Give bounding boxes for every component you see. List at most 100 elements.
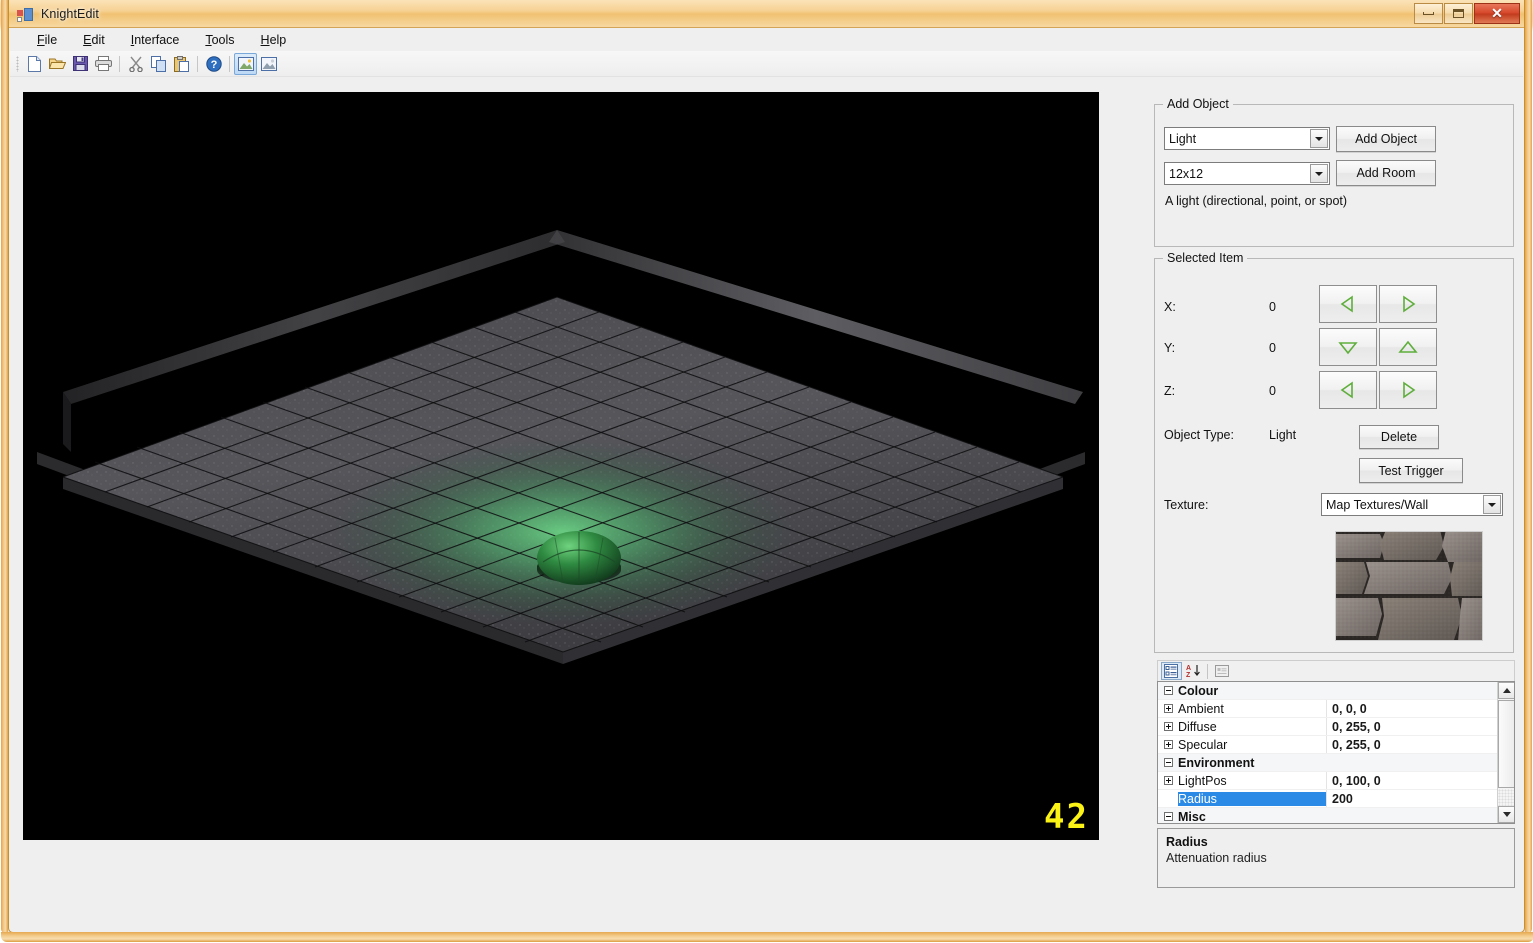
cut-button[interactable] [124,53,147,75]
categorized-view-button[interactable] [1161,662,1182,680]
property-row[interactable]: Ambient0, 0, 0 [1158,700,1498,718]
scroll-up-button[interactable] [1498,682,1515,699]
x-increase-button[interactable] [1379,285,1437,323]
object-type-value: Light [1269,428,1296,442]
property-name: LightPos [1178,774,1326,788]
property-grid-toolbar-separator [1207,664,1208,679]
property-value[interactable]: 0, 255, 0 [1326,720,1381,734]
new-file-button[interactable] [23,53,46,75]
menu-file[interactable]: File [24,31,70,49]
help-button[interactable]: ? [202,53,225,75]
property-name: Environment [1178,756,1326,770]
add-object-button[interactable]: Add Object [1336,126,1436,152]
alphabetical-sort-icon: A Z [1185,664,1201,678]
collapse-icon[interactable] [1164,758,1173,767]
paste-button[interactable] [170,53,193,75]
scrollbar-thumb[interactable] [1498,700,1515,788]
menu-tools[interactable]: Tools [192,31,247,49]
z-decrease-button[interactable] [1319,371,1377,409]
property-name: Ambient [1178,702,1326,716]
collapse-icon[interactable] [1164,686,1173,695]
collapse-icon[interactable] [1164,812,1173,821]
property-description-title: Radius [1166,835,1506,849]
z-increase-button[interactable] [1379,371,1437,409]
property-row[interactable]: Diffuse0, 255, 0 [1158,718,1498,736]
chevron-down-icon[interactable] [1310,129,1328,148]
property-category-row[interactable]: Colour [1158,682,1498,700]
maximize-button[interactable] [1444,3,1473,24]
property-row[interactable]: Radius200 [1158,790,1498,808]
cut-scissors-icon [129,56,143,72]
property-pages-button[interactable] [1212,662,1233,680]
expand-icon[interactable] [1164,740,1173,749]
add-object-description: A light (directional, point, or spot) [1165,194,1347,208]
close-icon: ✕ [1491,6,1503,20]
property-description-text: Attenuation radius [1166,851,1506,865]
image-icon-1 [238,57,254,71]
test-trigger-button[interactable]: Test Trigger [1359,458,1463,483]
3d-viewport[interactable]: 42 [23,92,1099,840]
selected-item-group-title: Selected Item [1163,251,1247,265]
print-button[interactable] [92,53,115,75]
alphabetical-sort-button[interactable]: A Z [1182,662,1203,680]
x-decrease-button[interactable] [1319,285,1377,323]
scrollbar-track[interactable] [1498,789,1515,806]
property-grid[interactable]: ColourAmbient0, 0, 0Diffuse0, 255, 0Spec… [1157,681,1515,824]
object-type-label: Object Type: [1164,428,1234,442]
y-value: 0 [1269,341,1276,355]
expand-icon[interactable] [1164,722,1173,731]
open-folder-button[interactable] [46,53,69,75]
desktop-background: KnightEdit ✕ File Edit Interface Tools H… [0,0,1533,943]
delete-button[interactable]: Delete [1359,425,1439,449]
property-category-row[interactable]: Misc [1158,808,1498,824]
scroll-down-button[interactable] [1498,806,1515,823]
property-value[interactable]: 200 [1326,792,1353,806]
print-icon [95,56,112,71]
maximize-icon [1453,9,1464,18]
property-value[interactable]: 0, 100, 0 [1326,774,1381,788]
property-name: Misc [1178,810,1326,824]
app-icon [17,6,33,22]
room-size-combo[interactable]: 12x12 [1164,162,1330,185]
image-view-1-button[interactable] [234,53,257,75]
property-name: Specular [1178,738,1326,752]
property-row[interactable]: Specular0, 255, 0 [1158,736,1498,754]
copy-icon [151,56,167,72]
minimize-icon [1423,12,1434,15]
add-room-button[interactable]: Add Room [1336,160,1436,186]
toolbar-separator-3 [229,56,230,72]
property-row[interactable]: LightPos0, 100, 0 [1158,772,1498,790]
y-decrease-button[interactable] [1319,328,1377,366]
copy-button[interactable] [147,53,170,75]
texture-label: Texture: [1164,498,1208,512]
window-title: KnightEdit [41,7,99,21]
object-type-combo[interactable]: Light [1164,127,1330,150]
expand-icon[interactable] [1164,776,1173,785]
property-value[interactable]: 0, 255, 0 [1326,738,1381,752]
chevron-down-icon[interactable] [1310,164,1328,183]
save-button[interactable] [69,53,92,75]
arrow-right-icon [1397,380,1419,400]
z-value: 0 [1269,384,1276,398]
arrow-up-icon [1397,337,1419,357]
toolbar-grip[interactable] [16,56,19,72]
image-view-2-button[interactable] [257,53,280,75]
menu-edit[interactable]: Edit [70,31,118,49]
property-grid-scrollbar[interactable] [1497,682,1514,823]
property-category-row[interactable]: Environment [1158,754,1498,772]
title-bar: KnightEdit ✕ [9,0,1524,28]
menu-help[interactable]: Help [248,31,300,49]
property-value[interactable]: 0, 0, 0 [1326,702,1367,716]
y-increase-button[interactable] [1379,328,1437,366]
chevron-down-icon[interactable] [1483,495,1501,514]
minimize-button[interactable] [1414,3,1443,24]
property-name: Diffuse [1178,720,1326,734]
help-question-icon: ? [206,56,222,72]
y-label: Y: [1164,341,1175,355]
open-folder-icon [49,56,66,71]
fps-counter: 42 [1044,800,1089,834]
close-button[interactable]: ✕ [1474,3,1520,24]
expand-icon[interactable] [1164,704,1173,713]
texture-combo[interactable]: Map Textures/Wall [1321,493,1503,516]
menu-interface[interactable]: Interface [118,31,193,49]
